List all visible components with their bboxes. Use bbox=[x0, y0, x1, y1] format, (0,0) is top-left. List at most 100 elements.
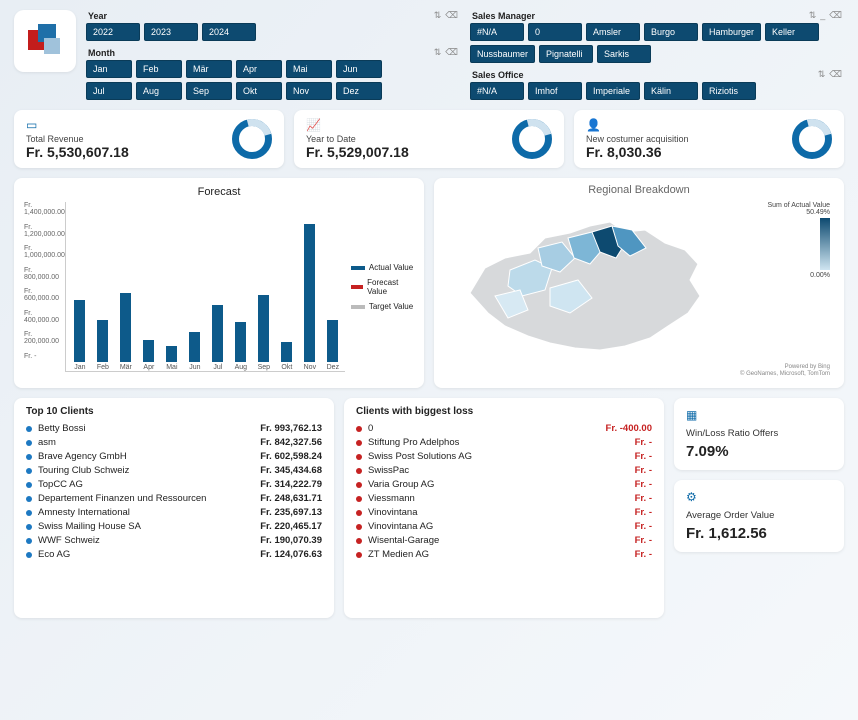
sort-icon[interactable]: ⇅ bbox=[809, 10, 817, 20]
bullet-icon bbox=[356, 524, 362, 530]
filter-chip[interactable]: Kälin bbox=[644, 82, 698, 100]
bar[interactable] bbox=[189, 332, 200, 362]
filter-office: Sales Office ⇅⌫ #N/AImhofImperialeKälinR… bbox=[470, 69, 844, 100]
bullet-icon bbox=[356, 468, 362, 474]
filter-chip[interactable]: Keller bbox=[765, 23, 819, 41]
bar[interactable] bbox=[74, 300, 85, 362]
kpi-ytd: 📈 Year to Date Fr. 5,529,007.18 bbox=[294, 110, 564, 168]
clear-filter-icon[interactable]: ⌫ bbox=[829, 69, 842, 79]
filter-chip[interactable]: Feb bbox=[136, 60, 182, 78]
list-item[interactable]: Stiftung Pro AdelphosFr. - bbox=[356, 437, 652, 448]
list-item[interactable]: Touring Club SchweizFr. 345,434.68 bbox=[26, 465, 322, 476]
bar[interactable] bbox=[212, 305, 223, 362]
filter-chip[interactable]: 2024 bbox=[202, 23, 256, 41]
filter-month-title: Month bbox=[88, 48, 115, 58]
filter-chip[interactable]: Nussbaumer bbox=[470, 45, 535, 63]
clear-filter-icon[interactable]: ⌫ bbox=[829, 10, 842, 20]
filter-chip[interactable]: Nov bbox=[286, 82, 332, 100]
list-item[interactable]: SwissPacFr. - bbox=[356, 465, 652, 476]
filter-chip[interactable]: Okt bbox=[236, 82, 282, 100]
list-item[interactable]: Swiss Mailing House SAFr. 220,465.17 bbox=[26, 521, 322, 532]
filter-chip[interactable]: Riziotis bbox=[702, 82, 756, 100]
list-item[interactable]: Eco AGFr. 124,076.63 bbox=[26, 549, 322, 560]
clear-filter-icon[interactable]: ⌫ bbox=[445, 10, 458, 20]
bullet-icon bbox=[356, 454, 362, 460]
top-clients: Top 10 Clients Betty BossiFr. 993,762.13… bbox=[14, 398, 334, 618]
filter-chip[interactable]: Jul bbox=[86, 82, 132, 100]
filter-office-title: Sales Office bbox=[472, 70, 524, 80]
forecast-chart[interactable]: Forecast Fr. 1,400,000.00Fr. 1,200,000.0… bbox=[14, 178, 424, 388]
filter-chip[interactable]: #N/A bbox=[470, 23, 524, 41]
sliders-icon: ⚙ bbox=[686, 490, 832, 504]
filter-chip[interactable]: 2022 bbox=[86, 23, 140, 41]
filter-year: Year ⇅⌫ 202220232024 bbox=[86, 10, 460, 41]
regional-map[interactable]: Regional Breakdown Sum of Actual Value 5… bbox=[434, 178, 844, 388]
bar[interactable] bbox=[235, 322, 246, 362]
bar[interactable] bbox=[281, 342, 292, 362]
filter-chip[interactable]: Jun bbox=[336, 60, 382, 78]
list-item[interactable]: Swiss Post Solutions AGFr. - bbox=[356, 451, 652, 462]
filter-chip[interactable]: Dez bbox=[336, 82, 382, 100]
bar[interactable] bbox=[97, 320, 108, 362]
filter-chip[interactable]: Pignatelli bbox=[539, 45, 593, 63]
filter-chip[interactable]: Burgo bbox=[644, 23, 698, 41]
filter-chip[interactable]: Amsler bbox=[586, 23, 640, 41]
list-item[interactable]: Vinovintana AGFr. - bbox=[356, 521, 652, 532]
filter-chip[interactable]: 2023 bbox=[144, 23, 198, 41]
bullet-icon bbox=[26, 510, 32, 516]
filter-chip[interactable]: Sarkis bbox=[597, 45, 651, 63]
filter-chip[interactable]: Hamburger bbox=[702, 23, 761, 41]
list-item[interactable]: Departement Finanzen und RessourcenFr. 2… bbox=[26, 493, 322, 504]
winloss-ratio: ▦ Win/Loss Ratio Offers 7.09% bbox=[674, 398, 844, 470]
bullet-icon bbox=[356, 538, 362, 544]
filter-chip[interactable]: Aug bbox=[136, 82, 182, 100]
filter-chip[interactable]: Imhof bbox=[528, 82, 582, 100]
list-item[interactable]: Brave Agency GmbHFr. 602,598.24 bbox=[26, 451, 322, 462]
bullet-icon bbox=[26, 496, 32, 502]
filter-chip[interactable]: Jan bbox=[86, 60, 132, 78]
list-item[interactable]: WWF SchweizFr. 190,070.39 bbox=[26, 535, 322, 546]
list-item[interactable]: TopCC AGFr. 314,222.79 bbox=[26, 479, 322, 490]
list-item[interactable]: asmFr. 842,327.56 bbox=[26, 437, 322, 448]
bullet-icon bbox=[26, 468, 32, 474]
bar[interactable] bbox=[258, 295, 269, 363]
clipboard-icon: ▦ bbox=[686, 408, 832, 422]
filter-chip[interactable]: Sep bbox=[186, 82, 232, 100]
filter-chip[interactable]: Mai bbox=[286, 60, 332, 78]
clear-filter-icon[interactable]: ⌫ bbox=[445, 47, 458, 57]
sort-icon[interactable]: ⇅ bbox=[434, 10, 442, 20]
list-item[interactable]: Varia Group AGFr. - bbox=[356, 479, 652, 490]
bar[interactable] bbox=[327, 320, 338, 362]
list-item[interactable]: Betty BossiFr. 993,762.13 bbox=[26, 423, 322, 434]
filter-chip[interactable]: 0 bbox=[528, 23, 582, 41]
list-item[interactable]: VinovintanaFr. - bbox=[356, 507, 652, 518]
list-item[interactable]: 0Fr. -400.00 bbox=[356, 423, 652, 434]
sort-icon[interactable]: ⇅ bbox=[818, 69, 826, 79]
filter-chip[interactable]: Imperiale bbox=[586, 82, 640, 100]
filter-month: Month ⇅⌫ JanFebMärAprMaiJun JulAugSepOktN… bbox=[86, 47, 460, 100]
bar[interactable] bbox=[120, 293, 131, 362]
list-item[interactable]: ZT Medien AGFr. - bbox=[356, 549, 652, 560]
color-scale bbox=[820, 218, 830, 270]
bullet-icon bbox=[26, 552, 32, 558]
sort-icon[interactable]: ⇅ bbox=[434, 47, 442, 57]
donut-chart bbox=[792, 119, 832, 159]
list-item[interactable]: Amnesty InternationalFr. 235,697.13 bbox=[26, 507, 322, 518]
filter-chip[interactable]: #N/A bbox=[470, 82, 524, 100]
trend-icon: 📈 bbox=[306, 118, 409, 132]
list-item[interactable]: ViessmannFr. - bbox=[356, 493, 652, 504]
bar[interactable] bbox=[304, 224, 315, 362]
list-item[interactable]: Wisental-GarageFr. - bbox=[356, 535, 652, 546]
filter-chip[interactable]: Mär bbox=[186, 60, 232, 78]
bullet-icon bbox=[26, 524, 32, 530]
bar[interactable] bbox=[166, 346, 177, 362]
filter-manager-title: Sales Manager bbox=[472, 11, 535, 21]
switzerland-map bbox=[450, 198, 720, 368]
minimize-icon[interactable]: _ bbox=[820, 10, 825, 20]
bullet-icon bbox=[356, 510, 362, 516]
bar[interactable] bbox=[143, 340, 154, 363]
filter-chip[interactable]: Apr bbox=[236, 60, 282, 78]
bullet-icon bbox=[26, 454, 32, 460]
person-icon: 👤 bbox=[586, 118, 689, 132]
bullet-icon bbox=[26, 482, 32, 488]
